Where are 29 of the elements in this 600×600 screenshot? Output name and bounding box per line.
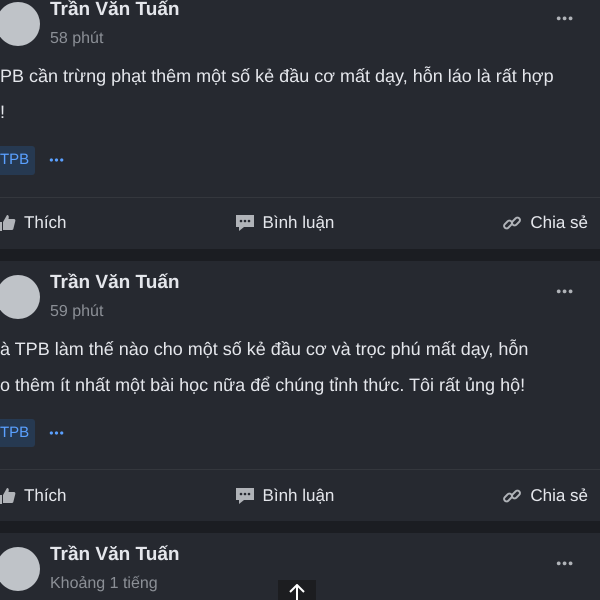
author-name[interactable]: Trần Văn Tuấn <box>50 270 180 294</box>
more-options-button[interactable]: ••• <box>556 8 574 29</box>
more-options-button[interactable]: ••• <box>556 280 574 302</box>
author-name[interactable]: Trần Văn Tuấn <box>50 0 180 22</box>
comment-button[interactable]: Bình luận <box>234 210 334 236</box>
share-button[interactable]: Chia sẻ <box>502 210 588 236</box>
hashtag-link[interactable]: TPB <box>0 418 36 447</box>
avatar[interactable] <box>0 2 40 46</box>
post-time[interactable]: Khoảng 1 tiếng <box>50 573 180 595</box>
post-time[interactable]: 58 phút <box>50 28 180 50</box>
comment-icon <box>234 213 255 233</box>
like-button[interactable]: Thích <box>0 482 67 508</box>
thumbs-up-icon <box>0 486 16 504</box>
see-more-link[interactable]: ••• <box>49 151 65 170</box>
more-options-button[interactable]: ••• <box>556 553 574 574</box>
comment-icon <box>234 486 255 506</box>
avatar[interactable] <box>0 274 40 318</box>
post-text: à TPB làm thế nào cho một số kẻ đầu cơ và trọc phú mất dạy, hỗn o thêm ít nhất một bài học nữa để chúng tỉnh thức. Tôi rất ủng hộ! <box>0 338 530 397</box>
hashtag-link[interactable]: TPB <box>0 146 36 174</box>
see-more-link[interactable]: ••• <box>49 424 65 442</box>
comment-button[interactable]: Bình luận <box>234 482 334 508</box>
share-button[interactable]: Chia sẻ <box>502 482 588 508</box>
post-time[interactable]: 59 phút <box>50 300 180 322</box>
thumbs-up-icon <box>0 214 16 232</box>
like-button[interactable]: Thích <box>0 210 67 236</box>
up-arrow-icon <box>289 584 305 600</box>
author-name[interactable]: Trần Văn Tuấn <box>50 543 180 567</box>
avatar[interactable] <box>0 547 40 591</box>
post-text: PB cần trừng phạt thêm một số kẻ đầu cơ mất dạy, hỗn láo là rất hợp ! <box>0 65 555 124</box>
